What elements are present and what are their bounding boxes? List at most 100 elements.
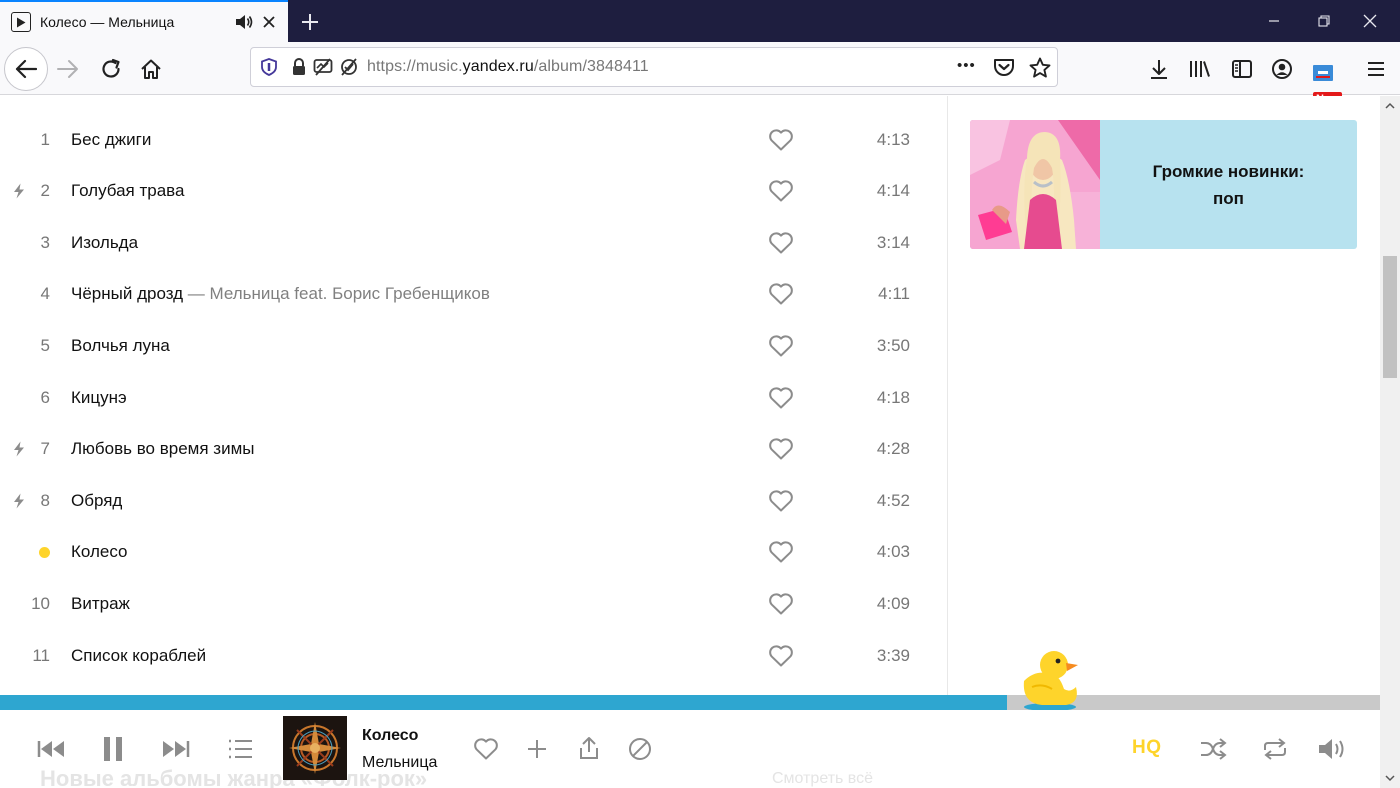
track-row[interactable]: 2 Голубая трава 4:14 xyxy=(0,166,947,217)
shield-icon[interactable] xyxy=(261,58,277,76)
track-title[interactable]: Витраж xyxy=(71,594,130,614)
scroll-down-arrow-icon[interactable] xyxy=(1380,768,1400,788)
track-duration: 4:03 xyxy=(876,542,910,562)
address-bar[interactable]: https://music.yandex.ru/album/3848411 ••… xyxy=(250,47,1058,87)
bookmark-star-icon[interactable] xyxy=(1029,57,1051,79)
promo-line-2: поп xyxy=(1213,188,1244,208)
page-actions-menu-icon[interactable]: ••• xyxy=(957,57,976,74)
track-duration: 4:14 xyxy=(876,181,910,201)
back-button[interactable] xyxy=(4,47,48,91)
track-row[interactable]: 5 Волчья луна 3:50 xyxy=(0,320,947,371)
now-playing-artist[interactable]: Мельница xyxy=(362,754,437,772)
like-heart-icon[interactable] xyxy=(768,386,794,410)
add-to-playlist-icon[interactable] xyxy=(524,736,550,762)
play-favicon-icon xyxy=(11,12,31,32)
speaker-icon[interactable] xyxy=(234,12,254,32)
like-heart-icon[interactable] xyxy=(768,282,794,306)
track-row[interactable]: 3 Изольда 3:14 xyxy=(0,217,947,268)
new-tab-button[interactable] xyxy=(296,8,324,36)
promo-banner[interactable]: Громкие новинки: поп xyxy=(970,120,1357,249)
repeat-icon[interactable] xyxy=(1260,736,1290,762)
track-row[interactable]: 10 Витраж 4:09 xyxy=(0,578,947,629)
next-track-button[interactable] xyxy=(157,734,193,764)
track-row[interactable]: 1 Бес джиги 4:13 xyxy=(0,114,947,165)
track-title[interactable]: Голубая трава xyxy=(71,181,184,201)
permissions-blocked-icon[interactable] xyxy=(339,58,359,76)
navigation-toolbar: https://music.yandex.ru/album/3848411 ••… xyxy=(0,42,1400,106)
volume-icon[interactable] xyxy=(1316,735,1350,763)
shuffle-icon[interactable] xyxy=(1198,736,1228,762)
track-title[interactable]: Список кораблей xyxy=(71,646,206,666)
like-heart-icon[interactable] xyxy=(768,489,794,513)
track-title[interactable]: Бес джиги xyxy=(71,130,151,150)
previous-track-button[interactable] xyxy=(34,734,70,764)
track-title[interactable]: Волчья луна xyxy=(71,336,170,356)
pause-button[interactable] xyxy=(98,732,128,766)
queue-list-button[interactable] xyxy=(224,734,256,764)
track-number: 3 xyxy=(40,232,50,252)
scroll-thumb[interactable] xyxy=(1383,256,1397,378)
track-row[interactable]: 4 Чёрный дрозд — Мельница feat. Борис Гр… xyxy=(0,269,947,320)
tracking-blocked-icon[interactable] xyxy=(313,58,335,76)
track-title[interactable]: Изольда xyxy=(71,233,138,253)
track-title[interactable]: Чёрный дрозд — Мельница feat. Борис Греб… xyxy=(71,284,490,304)
like-heart-icon[interactable] xyxy=(472,736,500,762)
scroll-up-arrow-icon[interactable] xyxy=(1380,96,1400,116)
promo-line-1: Громкие новинки: xyxy=(1152,161,1305,181)
track-number: 11 xyxy=(32,645,50,665)
lock-icon[interactable] xyxy=(291,58,307,76)
promo-text: Громкие новинки: поп xyxy=(1100,120,1357,249)
track-duration: 4:09 xyxy=(876,593,910,613)
minimize-button[interactable] xyxy=(1252,6,1296,36)
forward-button[interactable] xyxy=(54,56,82,82)
track-duration: 3:14 xyxy=(876,232,910,252)
track-title[interactable]: Кицунэ xyxy=(71,388,127,408)
track-row[interactable]: 6 Кицунэ 4:18 xyxy=(0,372,947,423)
now-playing-title[interactable]: Колесо xyxy=(362,727,418,745)
sidebar-toggle-icon[interactable] xyxy=(1228,55,1256,83)
tab-title: Колесо — Мельница xyxy=(40,14,175,30)
reload-button[interactable] xyxy=(97,55,125,83)
now-playing-dot xyxy=(39,546,50,558)
close-window-button[interactable] xyxy=(1348,6,1392,36)
menu-icon[interactable] xyxy=(1362,55,1390,83)
track-duration: 4:18 xyxy=(876,387,910,407)
track-row[interactable]: 8 Обряд 4:52 xyxy=(0,475,947,526)
url-text[interactable]: https://music.yandex.ru/album/3848411 xyxy=(367,58,649,76)
pocket-icon[interactable] xyxy=(993,58,1015,78)
track-title[interactable]: Любовь во время зимы xyxy=(71,439,254,459)
restore-button[interactable] xyxy=(1302,6,1346,36)
duck-mascot-icon[interactable] xyxy=(1018,643,1082,711)
see-all-link[interactable]: Смотреть всё xyxy=(772,770,873,788)
block-track-icon[interactable] xyxy=(626,735,654,763)
like-heart-icon[interactable] xyxy=(768,644,794,668)
playback-progress-bar[interactable] xyxy=(0,695,1380,710)
track-row[interactable]: 7 Любовь во время зимы 4:28 xyxy=(0,424,947,475)
tab-active[interactable]: Колесо — Мельница xyxy=(0,0,288,42)
like-heart-icon[interactable] xyxy=(768,231,794,255)
track-row[interactable]: Колесо 4:03 xyxy=(0,527,947,578)
hq-quality-toggle[interactable]: HQ xyxy=(1132,737,1162,759)
library-icon[interactable] xyxy=(1186,55,1214,83)
track-number: 6 xyxy=(40,387,50,407)
like-heart-icon[interactable] xyxy=(768,540,794,564)
track-title[interactable]: Колесо xyxy=(71,542,128,562)
like-heart-icon[interactable] xyxy=(768,128,794,152)
track-duration: 4:11 xyxy=(878,284,910,304)
page-scrollbar[interactable] xyxy=(1380,96,1400,788)
track-number: 4 xyxy=(40,284,50,304)
like-heart-icon[interactable] xyxy=(768,334,794,358)
like-heart-icon[interactable] xyxy=(768,179,794,203)
share-icon[interactable] xyxy=(576,734,602,762)
album-cover[interactable] xyxy=(283,716,347,780)
like-heart-icon[interactable] xyxy=(768,592,794,616)
close-tab-icon[interactable] xyxy=(258,11,280,33)
track-duration: 4:28 xyxy=(876,439,910,459)
track-title[interactable]: Обряд xyxy=(71,491,122,511)
extension-icon[interactable] xyxy=(1310,60,1336,84)
downloads-icon[interactable] xyxy=(1146,55,1172,83)
track-row[interactable]: 11 Список кораблей 3:39 xyxy=(0,630,947,681)
account-icon[interactable] xyxy=(1268,55,1296,83)
like-heart-icon[interactable] xyxy=(768,437,794,461)
home-button[interactable] xyxy=(137,55,165,83)
